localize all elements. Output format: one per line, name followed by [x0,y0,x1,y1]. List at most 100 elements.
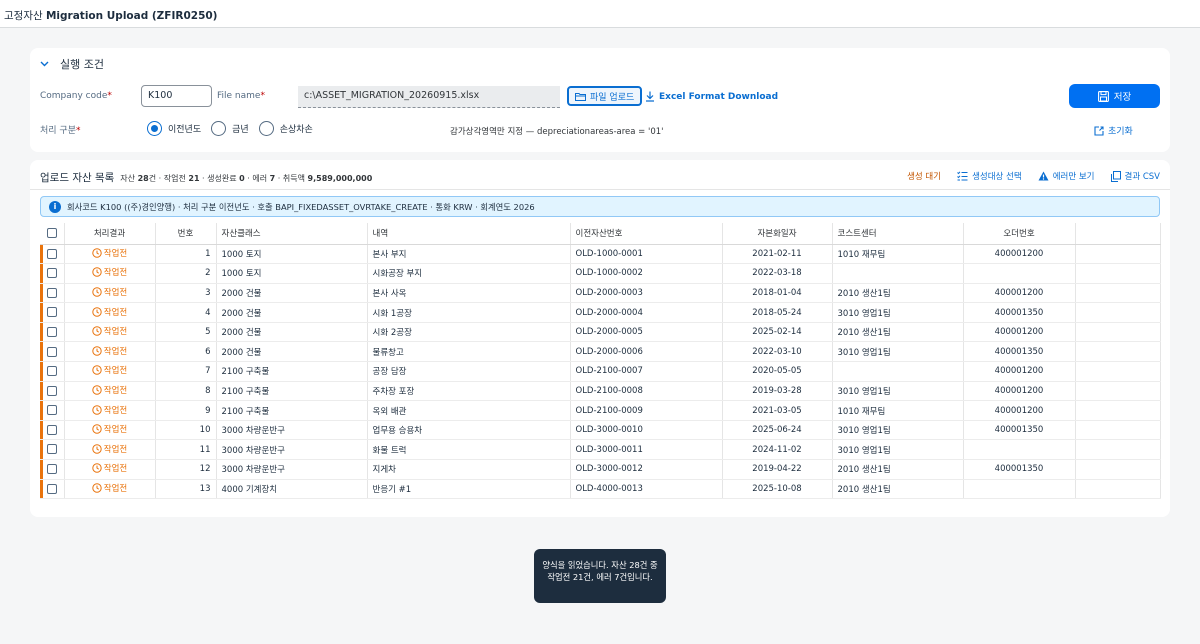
col-desc[interactable]: 내역 [367,223,571,245]
col-cost-center[interactable]: 코스트센터 [832,223,964,245]
row-checkbox[interactable] [46,307,57,318]
table-row[interactable]: 작업전 12 3000 차량운반구 지게차 OLD-3000-0012 2019-04-2… [40,459,1161,480]
pending-create-button[interactable]: 생성 대기 [907,170,941,182]
radio-prior-year[interactable]: 이전년도 [147,121,201,136]
row-checkbox[interactable] [46,346,57,357]
row-checkbox[interactable] [46,444,57,455]
reset-icon [1094,125,1104,136]
table-row[interactable]: 작업전 8 2100 구축물 주차장 포장 OLD-2100-0008 2019-03-2… [40,381,1161,402]
table-row[interactable]: 작업전 2 1000 토지 시화공장 부지 OLD-1000-0002 2022-03-1… [40,263,1161,284]
conditions-header[interactable]: 실행 조건 [38,56,104,72]
desc-cell: 공장 담장 [367,361,571,382]
row-checkbox[interactable] [46,287,57,298]
row-select-cell[interactable] [40,361,65,382]
col-result[interactable]: 처리결과 [64,223,156,245]
cost-center-cell: 3010 영업1팀 [832,439,964,461]
no-cell: 9 [155,400,217,421]
old-no-cell: OLD-2100-0009 [570,400,723,421]
row-checkbox[interactable] [46,326,57,337]
table-row[interactable]: 작업전 6 2000 건물 물류창고 OLD-2000-0006 2022-03-10 30… [40,341,1161,363]
row-select-cell[interactable] [40,341,65,363]
row-checkbox[interactable] [46,268,57,279]
toast-message: 양식을 읽었습니다. 자산 28건 중 작업전 21건, 에러 7건입니다. [534,549,666,603]
row-select-cell[interactable] [40,459,65,480]
cost-center-cell: 2010 생산1팀 [832,322,964,343]
row-checkbox[interactable] [46,424,57,435]
radio-impairment[interactable]: 손상차손 [258,121,313,136]
row-checkbox[interactable] [46,405,57,416]
old-no-cell: OLD-3000-0011 [570,439,723,461]
table-row[interactable]: 작업전 7 2100 구축물 공장 담장 OLD-2100-0007 2020-05-05… [40,361,1161,382]
row-checkbox[interactable] [46,464,57,475]
status-text: 작업전 [103,346,128,357]
row-checkbox[interactable] [46,385,57,396]
status-badge: 작업전 [92,462,127,474]
table-row[interactable]: 작업전 3 2000 건물 본사 사옥 OLD-2000-0003 2018-01-04 2… [40,283,1161,304]
errors-only-button[interactable]: 에러만 보기 [1038,170,1095,182]
no-cell: 11 [155,439,217,461]
row-select-cell[interactable] [40,322,65,343]
row-select-cell[interactable] [40,302,65,323]
row-select-cell[interactable] [40,400,65,421]
table-row[interactable]: 작업전 9 2100 구축물 옥외 배관 OLD-2100-0009 2021-03-05… [40,400,1161,421]
table-body: 작업전 1 1000 토지 본사 부지 OLD-1000-0001 2021-02-11 1… [40,244,1161,500]
file-upload-button[interactable]: 파일 업로드 [567,86,643,106]
cap-date-cell: 2018-01-04 [722,283,833,304]
table-row[interactable]: 작업전 13 4000 기계장치 반응기 #1 OLD-4000-0013 2025-10… [40,479,1161,500]
chevron-down-icon[interactable] [38,58,50,70]
status-badge: 작업전 [92,443,127,455]
company-code-label-text: Company code [40,91,108,101]
row-select-cell[interactable] [40,439,65,461]
table-row[interactable]: 작업전 11 3000 차량운반구 화물 트럭 OLD-3000-0011 2024-11… [40,439,1161,461]
select-targets-button[interactable]: 생성대상 선택 [957,170,1022,182]
errors-only-label: 에러만 보기 [1052,172,1095,182]
asset-table: 처리결과 번호 자산클래스 내역 이전자산번호 자본화일자 코스트센터 오더번호… [40,223,1161,500]
conditions-title: 실행 조건 [60,58,104,71]
radio-current-year[interactable]: 금년 [211,121,249,136]
status-text: 작업전 [103,327,128,338]
col-class[interactable]: 자산클래스 [216,223,368,245]
row-checkbox[interactable] [46,248,57,259]
table-row[interactable]: 작업전 10 3000 차량운반구 업무용 승용차 OLD-3000-0010 2025-… [40,420,1161,441]
save-button[interactable]: 저장 [1069,84,1160,108]
class-cell: 3000 차량운반구 [216,420,368,441]
row-select-cell[interactable] [40,381,65,402]
reset-link[interactable]: 초기화 [1094,124,1133,137]
class-cell: 2100 구축물 [216,361,368,382]
select-all-cell[interactable] [40,223,65,245]
row-select-cell[interactable] [40,479,65,500]
class-cell: 2000 건물 [216,302,368,323]
csv-export-button[interactable]: 결과 CSV [1110,170,1160,182]
row-select-cell[interactable] [40,283,65,304]
status-badge: 작업전 [92,364,127,376]
radio-unselected-icon[interactable] [211,121,227,136]
list-header: 업로드 자산 목록 자산 28건 · 작업전 21 · 생성완료 0 · 에러 … [40,170,372,185]
col-no[interactable]: 번호 [155,223,217,245]
no-cell: 3 [155,283,217,304]
col-order-no[interactable]: 오더번호 [963,223,1076,245]
pending-clock-icon [92,404,102,415]
col-cap-date[interactable]: 자본화일자 [722,223,833,245]
table-row[interactable]: 작업전 1 1000 토지 본사 부지 OLD-1000-0001 2021-02-11 1… [40,244,1161,265]
row-select-cell[interactable] [40,263,65,284]
company-code-input[interactable]: K100 [141,85,212,107]
row-select-cell[interactable] [40,420,65,441]
extra-cell [1075,322,1161,343]
no-cell: 4 [155,302,217,323]
cost-center-cell: 1010 재무팀 [832,244,964,265]
radio-selected-icon[interactable] [147,121,162,136]
table-row[interactable]: 작업전 4 2000 건물 시화 1공장 OLD-2000-0004 2018-05-24… [40,302,1161,323]
select-all-checkbox[interactable] [46,228,57,238]
pending-clock-icon [92,483,102,493]
col-old-no[interactable]: 이전자산번호 [570,223,723,245]
list-check-icon [957,171,968,181]
excel-download-link[interactable]: Excel Format Download [645,91,778,102]
table-row[interactable]: 작업전 5 2000 건물 시화 2공장 OLD-2000-0005 2025-02-14… [40,322,1161,343]
stat-done-label: 생성완료 [207,174,237,183]
radio-unselected-icon[interactable] [258,121,274,136]
desc-cell: 화물 트럭 [367,439,571,461]
row-checkbox[interactable] [46,366,57,377]
depreciation-area-note: 감가상각영역만 지정 — depreciationareas-area = '0… [450,127,664,137]
row-select-cell[interactable] [40,244,65,265]
row-checkbox[interactable] [46,483,57,494]
